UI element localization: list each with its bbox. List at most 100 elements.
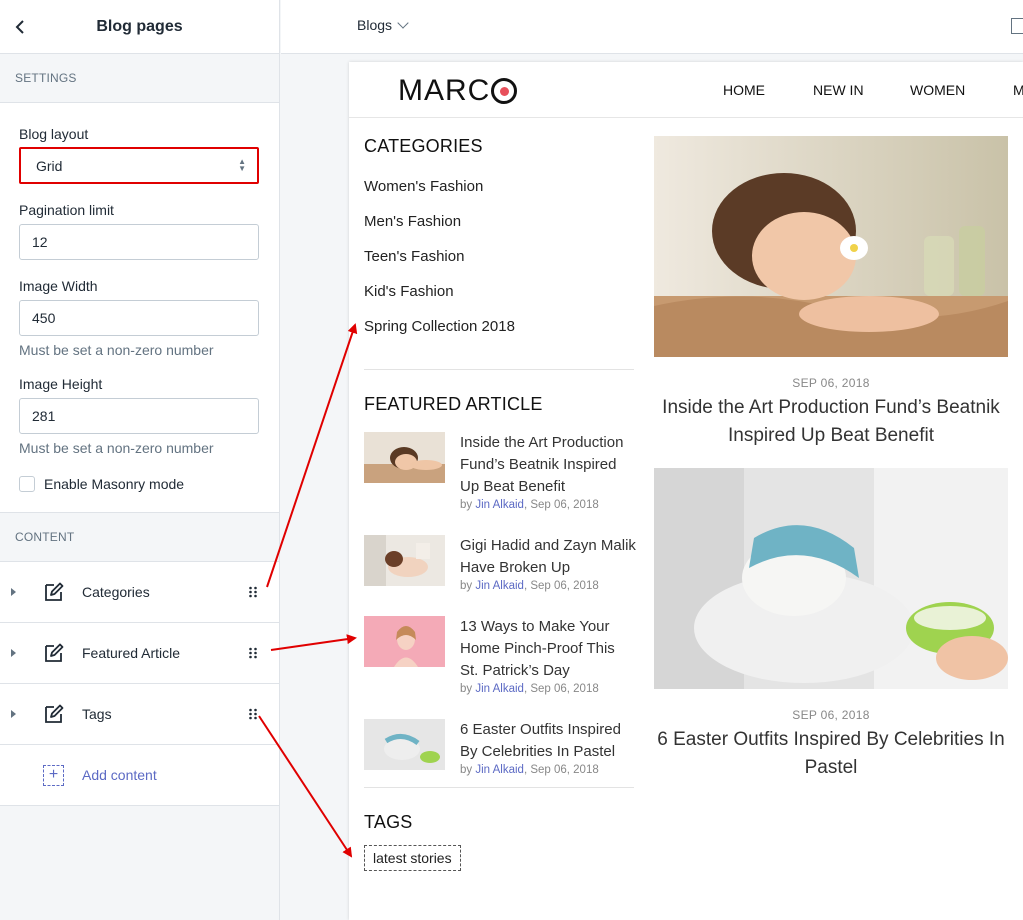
content-item-label: Featured Article — [82, 645, 181, 661]
featured-heading: FEATURED ARTICLE — [364, 394, 543, 414]
masonry-label: Enable Masonry mode — [44, 476, 185, 492]
content-item-tags[interactable]: Tags — [0, 684, 279, 745]
blog-sidebar: CATEGORIES Women's Fashion Men's Fashion… — [364, 136, 636, 871]
blog-layout-select[interactable]: Grid ▲ ▼ — [19, 147, 259, 184]
author-link[interactable]: Jin Alkaid — [475, 683, 524, 695]
image-width-help: Must be set a non-zero number — [19, 342, 214, 358]
author-link[interactable]: Jin Alkaid — [475, 764, 524, 776]
tag-link[interactable]: latest stories — [364, 845, 461, 871]
post-image — [654, 136, 1008, 357]
categories-heading: CATEGORIES — [364, 136, 483, 156]
content-item-label: Categories — [82, 584, 150, 600]
masonry-toggle[interactable]: Enable Masonry mode — [19, 476, 260, 492]
featured-article-item[interactable]: 13 Ways to Make Your Home Pinch-Proof Th… — [364, 616, 634, 719]
featured-article-item[interactable]: 6 Easter Outfits Inspired By Celebrities… — [364, 719, 634, 800]
categories-list: Women's Fashion Men's Fashion Teen's Fas… — [364, 169, 634, 344]
featured-article-item[interactable]: Inside the Art Production Fund’s Beatnik… — [364, 432, 634, 535]
edit-section-icon — [45, 582, 64, 601]
image-height-label: Image Height — [19, 376, 103, 392]
add-plus-icon: + — [43, 764, 64, 786]
featured-date: , Sep 06, 2018 — [523, 683, 599, 695]
content-item-categories[interactable]: Categories — [0, 562, 279, 623]
drag-handle-icon[interactable] — [248, 586, 258, 598]
author-link[interactable]: Jin Alkaid — [475, 499, 524, 511]
nav-home[interactable]: HOME — [723, 82, 765, 98]
expand-caret-icon[interactable] — [11, 588, 16, 596]
content-item-featured-article[interactable]: Featured Article — [0, 623, 279, 684]
chevron-down-icon — [397, 17, 409, 29]
nav-women[interactable]: WOMEN — [910, 82, 965, 98]
sidebar-divider — [364, 369, 634, 370]
post-title[interactable]: Inside the Art Production Fund’s Beatnik… — [654, 394, 1008, 450]
featured-meta: by Jin Alkaid, Sep 06, 2018 — [460, 580, 599, 592]
expand-caret-icon[interactable] — [11, 649, 16, 657]
select-arrows-icon: ▲ ▼ — [238, 157, 246, 173]
image-height-help: Must be set a non-zero number — [19, 440, 214, 456]
blog-layout-value: Grid — [36, 157, 63, 174]
image-width-input[interactable]: 450 — [19, 300, 259, 336]
featured-date: , Sep 06, 2018 — [523, 499, 599, 511]
edit-section-icon — [45, 704, 64, 723]
tags-heading: TAGS — [364, 812, 413, 832]
byline-prefix: by — [460, 580, 476, 592]
category-link[interactable]: Men's Fashion — [364, 204, 634, 239]
category-link[interactable]: Women's Fashion — [364, 169, 634, 204]
byline-prefix: by — [460, 683, 476, 695]
drag-handle-icon[interactable] — [248, 708, 258, 720]
blog-layout-label: Blog layout — [19, 126, 89, 142]
blogs-dropdown-label: Blogs — [357, 17, 393, 33]
preview-topbar: Blogs — [281, 0, 1023, 54]
post-date: SEP 06, 2018 — [792, 708, 870, 722]
content-item-label: Tags — [82, 706, 112, 722]
add-content-button[interactable]: + Add content — [0, 745, 279, 806]
edit-section-icon — [45, 643, 64, 662]
storefront-preview: MARC HOME NEW IN WOMEN M CATEGORIES Wome… — [349, 62, 1023, 920]
pagination-label: Pagination limit — [19, 202, 114, 218]
featured-thumbnail — [364, 432, 445, 483]
featured-thumbnail — [364, 719, 445, 770]
featured-title: Inside the Art Production Fund’s Beatnik… — [460, 434, 624, 495]
featured-title: Gigi Hadid and Zayn Malik Have Broken Up — [460, 537, 636, 576]
nav-new-in[interactable]: NEW IN — [813, 82, 864, 98]
blog-post-card[interactable]: SEP 06, 2018 Inside the Art Production F… — [654, 136, 1008, 450]
panel-header: Blog pages — [0, 0, 279, 54]
image-height-input[interactable]: 281 — [19, 398, 259, 434]
panel-title: Blog pages — [96, 17, 183, 35]
back-button[interactable] — [8, 13, 32, 41]
category-link[interactable]: Spring Collection 2018 — [364, 309, 634, 344]
store-header: MARC HOME NEW IN WOMEN M — [349, 62, 1023, 118]
editor-panel: Blog pages SETTINGS Blog layout Grid ▲ ▼ … — [0, 0, 280, 920]
byline-prefix: by — [460, 499, 476, 511]
nav-more-truncated[interactable]: M — [1013, 82, 1023, 98]
viewport-toggle-icon[interactable] — [1011, 18, 1023, 34]
featured-article-item[interactable]: Gigi Hadid and Zayn Malik Have Broken Up… — [364, 535, 636, 616]
featured-meta: by Jin Alkaid, Sep 06, 2018 — [460, 499, 599, 511]
post-date: SEP 06, 2018 — [792, 376, 870, 390]
expand-caret-icon[interactable] — [11, 710, 16, 718]
store-logo[interactable]: MARC — [398, 74, 518, 108]
featured-date: , Sep 06, 2018 — [523, 580, 599, 592]
drag-handle-icon[interactable] — [248, 647, 258, 659]
featured-date: , Sep 06, 2018 — [523, 764, 599, 776]
featured-meta: by Jin Alkaid, Sep 06, 2018 — [460, 683, 599, 695]
arrow-featured-article — [270, 634, 357, 651]
featured-title: 6 Easter Outfits Inspired By Celebrities… — [460, 721, 621, 760]
featured-list: Inside the Art Production Fund’s Beatnik… — [364, 432, 636, 800]
logo-text: MARC — [398, 74, 491, 107]
chevron-left-icon — [15, 20, 24, 34]
blog-post-card[interactable]: SEP 06, 2018 6 Easter Outfits Inspired B… — [654, 468, 1008, 782]
category-link[interactable]: Kid's Fashion — [364, 274, 634, 309]
masonry-checkbox[interactable] — [19, 476, 35, 492]
post-title[interactable]: 6 Easter Outfits Inspired By Celebrities… — [654, 726, 1008, 782]
content-section-label: CONTENT — [0, 513, 279, 562]
author-link[interactable]: Jin Alkaid — [475, 580, 524, 592]
pagination-input[interactable]: 12 — [19, 224, 259, 260]
featured-thumbnail — [364, 616, 445, 667]
category-link[interactable]: Teen's Fashion — [364, 239, 634, 274]
arrow-categories — [266, 323, 358, 588]
blogs-dropdown[interactable]: Blogs — [357, 17, 409, 33]
add-content-label: Add content — [82, 767, 157, 783]
settings-section-label: SETTINGS — [0, 54, 279, 103]
settings-box: Blog layout Grid ▲ ▼ Pagination limit 12 … — [0, 103, 279, 513]
image-width-label: Image Width — [19, 278, 98, 294]
